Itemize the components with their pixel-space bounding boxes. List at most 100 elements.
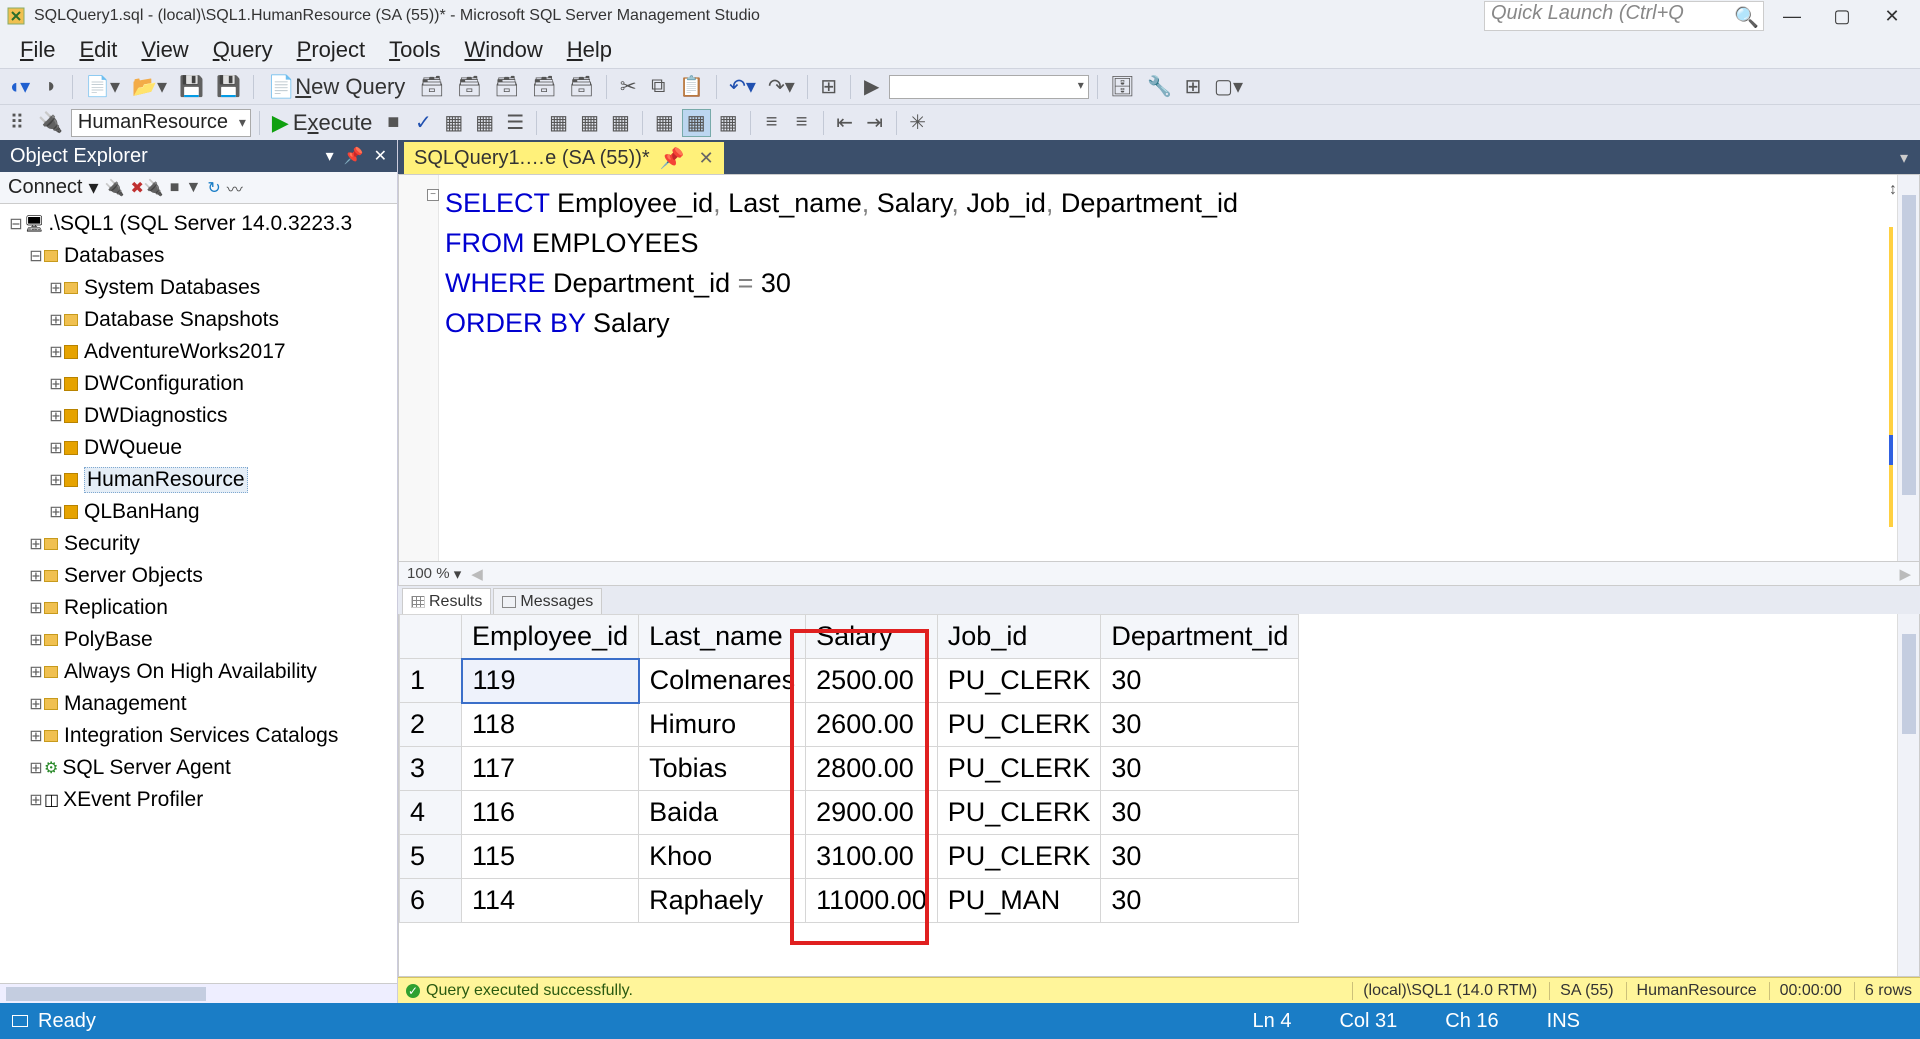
grid-cell[interactable]: PU_CLERK — [937, 703, 1101, 747]
grid-cell[interactable]: PU_MAN — [937, 879, 1101, 923]
new-item-button[interactable]: 📄▾ — [81, 73, 124, 101]
minimize-button[interactable]: — — [1770, 2, 1814, 30]
row-number[interactable]: 4 — [400, 791, 462, 835]
outdent-icon[interactable]: ⇥ — [862, 109, 888, 137]
grid-cell[interactable]: 30 — [1101, 747, 1299, 791]
menu-file[interactable]: File — [8, 33, 67, 67]
menu-tools[interactable]: Tools — [377, 33, 452, 67]
live-stats-icon[interactable]: ▦ — [576, 109, 603, 137]
object-explorer-scrollbar[interactable] — [0, 983, 397, 1003]
grid-cell[interactable]: 11000.00 — [806, 879, 938, 923]
grid-cell[interactable]: 30 — [1101, 835, 1299, 879]
menu-window[interactable]: Window — [452, 33, 554, 67]
grid-corner[interactable] — [400, 615, 462, 659]
connect-label[interactable]: Connect — [8, 176, 83, 199]
find-icon[interactable]: ⊞ — [816, 73, 842, 101]
grid-cell[interactable]: 119 — [462, 659, 639, 703]
disconnect-icon[interactable]: ✖🔌 — [130, 178, 163, 198]
tree-database-snapshots[interactable]: ⊞Database Snapshots — [4, 304, 397, 336]
execute-button[interactable]: ▶ Execute — [268, 109, 376, 137]
tree-databases-folder[interactable]: ⊟Databases — [4, 240, 397, 272]
pin-tab-icon[interactable]: 📌 — [660, 146, 685, 171]
menu-view[interactable]: View — [129, 33, 200, 67]
grid-cell[interactable]: Himuro — [639, 703, 806, 747]
start-icon[interactable]: ▶ — [859, 73, 885, 101]
tree-database-node[interactable]: ⊞DWQueue — [4, 432, 397, 464]
table-row[interactable]: 5115Khoo3100.00PU_CLERK30 — [400, 835, 1299, 879]
comment-icon[interactable]: ≡ — [759, 109, 785, 137]
column-header[interactable]: Department_id — [1101, 615, 1299, 659]
table-row[interactable]: 1119Colmenares2500.00PU_CLERK30 — [400, 659, 1299, 703]
tree-folder-node[interactable]: ⊞⚙SQL Server Agent — [4, 752, 397, 784]
grid-cell[interactable]: PU_CLERK — [937, 747, 1101, 791]
grid-cell[interactable]: PU_CLERK — [937, 835, 1101, 879]
sql-editor[interactable]: − ↕ SELECT Employee_id, Last_name, Salar… — [398, 174, 1920, 562]
grid-cell[interactable]: 30 — [1101, 659, 1299, 703]
tree-folder-node[interactable]: ⊞Replication — [4, 592, 397, 624]
results-grid[interactable]: Employee_idLast_nameSalaryJob_idDepartme… — [398, 614, 1920, 977]
close-button[interactable]: ✕ — [1870, 2, 1914, 30]
grid-cell[interactable]: 114 — [462, 879, 639, 923]
grid-cell[interactable]: Khoo — [639, 835, 806, 879]
grid-cell[interactable]: 30 — [1101, 703, 1299, 747]
connect-icon[interactable]: 🔌 — [34, 109, 67, 137]
pulse-icon[interactable]: 〰 — [227, 176, 243, 200]
results-grid-icon[interactable]: ▦ — [682, 109, 711, 137]
row-number[interactable]: 6 — [400, 879, 462, 923]
solution-config-select[interactable] — [889, 75, 1089, 99]
save-all-button[interactable]: 💾 — [212, 73, 245, 101]
stop-icon[interactable]: ■ — [170, 179, 180, 197]
zoom-level[interactable]: 100 % — [407, 565, 450, 582]
grid-cell[interactable]: 2800.00 — [806, 747, 938, 791]
grid-cell[interactable]: 116 — [462, 791, 639, 835]
panel-options-icon[interactable]: ▾ — [326, 146, 334, 166]
grid-cell[interactable]: 118 — [462, 703, 639, 747]
quick-launch-input[interactable]: Quick Launch (Ctrl+Q 🔍 — [1484, 1, 1764, 31]
results-text-icon[interactable]: ▦ — [651, 109, 678, 137]
query-options-icon[interactable]: ▦ — [471, 109, 498, 137]
table-row[interactable]: 3117Tobias2800.00PU_CLERK30 — [400, 747, 1299, 791]
grid-cell[interactable]: PU_CLERK — [937, 659, 1101, 703]
grid-cell[interactable]: 117 — [462, 747, 639, 791]
tree-server-node[interactable]: ⊟🖥.\SQL1 (SQL Server 14.0.3223.3 — [4, 208, 397, 240]
parse-check-icon[interactable]: ✓ — [410, 109, 436, 137]
debug-stop-icon[interactable]: ■ — [380, 109, 406, 137]
grid-cell[interactable]: PU_CLERK — [937, 791, 1101, 835]
grid-cell[interactable]: 30 — [1101, 879, 1299, 923]
tab-list-dropdown-icon[interactable]: ▾ — [1900, 148, 1908, 168]
grid-cell[interactable]: Baida — [639, 791, 806, 835]
back-button[interactable]: ◖▾ — [4, 73, 34, 101]
grid-cell[interactable]: 2900.00 — [806, 791, 938, 835]
intellisense-icon[interactable]: ☰ — [502, 109, 528, 137]
menu-project[interactable]: Project — [285, 33, 377, 67]
row-number[interactable]: 2 — [400, 703, 462, 747]
mdx-query-icon[interactable]: 🗃 — [453, 73, 486, 101]
document-tab-active[interactable]: SQLQuery1.…e (SA (55))* 📌 ✕ — [404, 142, 724, 174]
toolbox-icon[interactable]: ⊞ — [1180, 73, 1206, 101]
new-query-button[interactable]: 📄 New Query — [262, 73, 411, 101]
table-row[interactable]: 6114Raphaely11000.00PU_MAN30 — [400, 879, 1299, 923]
tree-database-node[interactable]: ⊞AdventureWorks2017 — [4, 336, 397, 368]
display-plan-icon[interactable]: ▦ — [440, 109, 467, 137]
grid-cell[interactable]: Raphaely — [639, 879, 806, 923]
grid-cell[interactable]: 2500.00 — [806, 659, 938, 703]
include-plan-icon[interactable]: ▦ — [545, 109, 572, 137]
results-file-icon[interactable]: ▦ — [715, 109, 742, 137]
grid-cell[interactable]: 115 — [462, 835, 639, 879]
column-header[interactable]: Employee_id — [462, 615, 639, 659]
grid-cell[interactable]: Colmenares — [639, 659, 806, 703]
cut-icon[interactable]: ✂ — [615, 73, 641, 101]
grid-scrollbar[interactable] — [1897, 614, 1919, 976]
uncomment-icon[interactable]: ≡ — [789, 109, 815, 137]
dmx-query-icon[interactable]: 🗃 — [490, 73, 523, 101]
table-row[interactable]: 4116Baida2900.00PU_CLERK30 — [400, 791, 1299, 835]
tree-folder-node[interactable]: ⊞PolyBase — [4, 624, 397, 656]
copy-icon[interactable]: ⧉ — [645, 73, 671, 101]
tree-database-node[interactable]: ⊞DWDiagnostics — [4, 400, 397, 432]
specify-values-icon[interactable]: ✳ — [905, 109, 931, 137]
object-explorer-tree[interactable]: ⊟🖥.\SQL1 (SQL Server 14.0.3223.3 ⊟Databa… — [0, 204, 397, 983]
db-engine-query-icon[interactable]: 🗃 — [415, 73, 448, 101]
tree-system-databases[interactable]: ⊞System Databases — [4, 272, 397, 304]
tree-folder-node[interactable]: ⊞◫XEvent Profiler — [4, 784, 397, 816]
row-number[interactable]: 3 — [400, 747, 462, 791]
